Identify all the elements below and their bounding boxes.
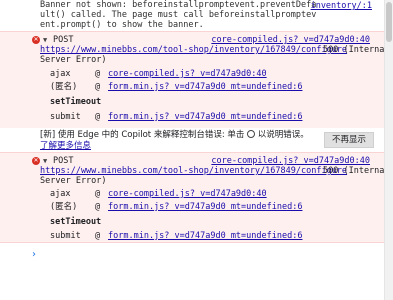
error-source-link[interactable]: core-compiled.js?_v=d747a9d0:40 <box>211 156 370 166</box>
error-header-row[interactable]: ✕ ▼ POST core-compiled.js?_v=d747a9d0:40 <box>0 156 384 166</box>
banner-warning-message: Banner not shown: beforeinstallprompteve… <box>0 0 384 31</box>
stack-source-link[interactable]: core-compiled.js?_v=d747a9d0:40 <box>108 69 267 79</box>
vertical-scrollbar[interactable] <box>384 0 393 300</box>
stack-at: @ <box>95 231 101 241</box>
stack-frame: setTimeout <box>0 97 384 107</box>
learn-more-link[interactable]: 了解更多信息 <box>40 141 91 151</box>
error-status-continued: Server Error) <box>0 176 384 186</box>
request-url-link[interactable]: https://www.minebbs.com/tool-shop/invent… <box>40 166 347 176</box>
triangle-down-icon[interactable]: ▼ <box>43 35 47 45</box>
status-text-cont: Server Error) <box>40 176 107 186</box>
scrollbar-thumb[interactable] <box>386 2 392 42</box>
stack-frame: ajax @ core-compiled.js?_v=d747a9d0:40 <box>0 69 384 79</box>
stack-fn: ajax <box>50 69 71 79</box>
stack-fn: (匿名) <box>50 82 78 92</box>
request-method: POST <box>53 156 74 166</box>
stack-at: @ <box>95 202 101 212</box>
copilot-hint-text: [新] 使用 Edge 中的 Copilot 来解释控制台错误: 单击 以说明错… <box>40 130 309 151</box>
stack-fn-async: setTimeout <box>50 217 102 227</box>
devtools-console: Banner not shown: beforeinstallprompteve… <box>0 0 390 300</box>
stack-frame: submit @ form.min.js?_v=d747a9d0_mt=unde… <box>0 231 384 241</box>
stack-fn: (匿名) <box>50 202 78 212</box>
banner-text: Banner not shown: beforeinstallprompteve… <box>40 0 317 30</box>
stack-frame: submit @ form.min.js?_v=d747a9d0_mt=unde… <box>0 112 384 122</box>
banner-source-link[interactable]: inventory/:1 <box>311 1 372 11</box>
stack-frame: (匿名) @ form.min.js?_v=d747a9d0_mt=undefi… <box>0 202 384 212</box>
error-header-row[interactable]: ✕ ▼ POST core-compiled.js?_v=d747a9d0:40 <box>0 35 384 45</box>
stack-fn: ajax <box>50 189 71 199</box>
stack-frame: setTimeout <box>0 217 384 227</box>
dont-show-again-button[interactable]: 不再显示 <box>324 132 374 148</box>
stack-source-link[interactable]: form.min.js?_v=d747a9d0_mt=undefined:6 <box>108 231 302 241</box>
error-status-continued: Server Error) <box>0 55 384 65</box>
stack-source-link[interactable]: form.min.js?_v=d747a9d0_mt=undefined:6 <box>108 112 302 122</box>
stack-frame: ajax @ core-compiled.js?_v=d747a9d0:40 <box>0 189 384 199</box>
stack-source-link[interactable]: form.min.js?_v=d747a9d0_mt=undefined:6 <box>108 82 302 92</box>
request-url-link[interactable]: https://www.minebbs.com/tool-shop/invent… <box>40 45 347 55</box>
console-prompt-icon[interactable]: › <box>32 249 36 260</box>
stack-at: @ <box>95 189 101 199</box>
stack-frame: (匿名) @ form.min.js?_v=d747a9d0_mt=undefi… <box>0 82 384 92</box>
copilot-hint-bar: [新] 使用 Edge 中的 Copilot 来解释控制台错误: 单击 以说明错… <box>0 128 384 152</box>
status-text: 500 (Internal <box>323 166 390 176</box>
error-url-row: https://www.minebbs.com/tool-shop/invent… <box>0 45 390 55</box>
error-source-link[interactable]: core-compiled.js?_v=d747a9d0:40 <box>211 35 370 45</box>
stack-fn: submit <box>50 231 81 241</box>
error-circle-icon: ✕ <box>32 157 40 165</box>
stack-at: @ <box>95 69 101 79</box>
error-url-row: https://www.minebbs.com/tool-shop/invent… <box>0 166 390 176</box>
error-circle-icon: ✕ <box>32 36 40 44</box>
stack-source-link[interactable]: form.min.js?_v=d747a9d0_mt=undefined:6 <box>108 202 302 212</box>
stack-at: @ <box>95 82 101 92</box>
stack-fn-async: setTimeout <box>50 97 102 107</box>
stack-fn: submit <box>50 112 81 122</box>
triangle-down-icon[interactable]: ▼ <box>43 156 47 166</box>
stack-source-link[interactable]: core-compiled.js?_v=d747a9d0:40 <box>108 189 267 199</box>
status-text-cont: Server Error) <box>40 55 107 65</box>
console-error-entry: ✕ ▼ POST core-compiled.js?_v=d747a9d0:40… <box>0 152 390 243</box>
stack-at: @ <box>95 112 101 122</box>
status-text: 500 (Internal <box>323 45 390 55</box>
request-method: POST <box>53 35 74 45</box>
lightbulb-icon <box>247 130 256 138</box>
